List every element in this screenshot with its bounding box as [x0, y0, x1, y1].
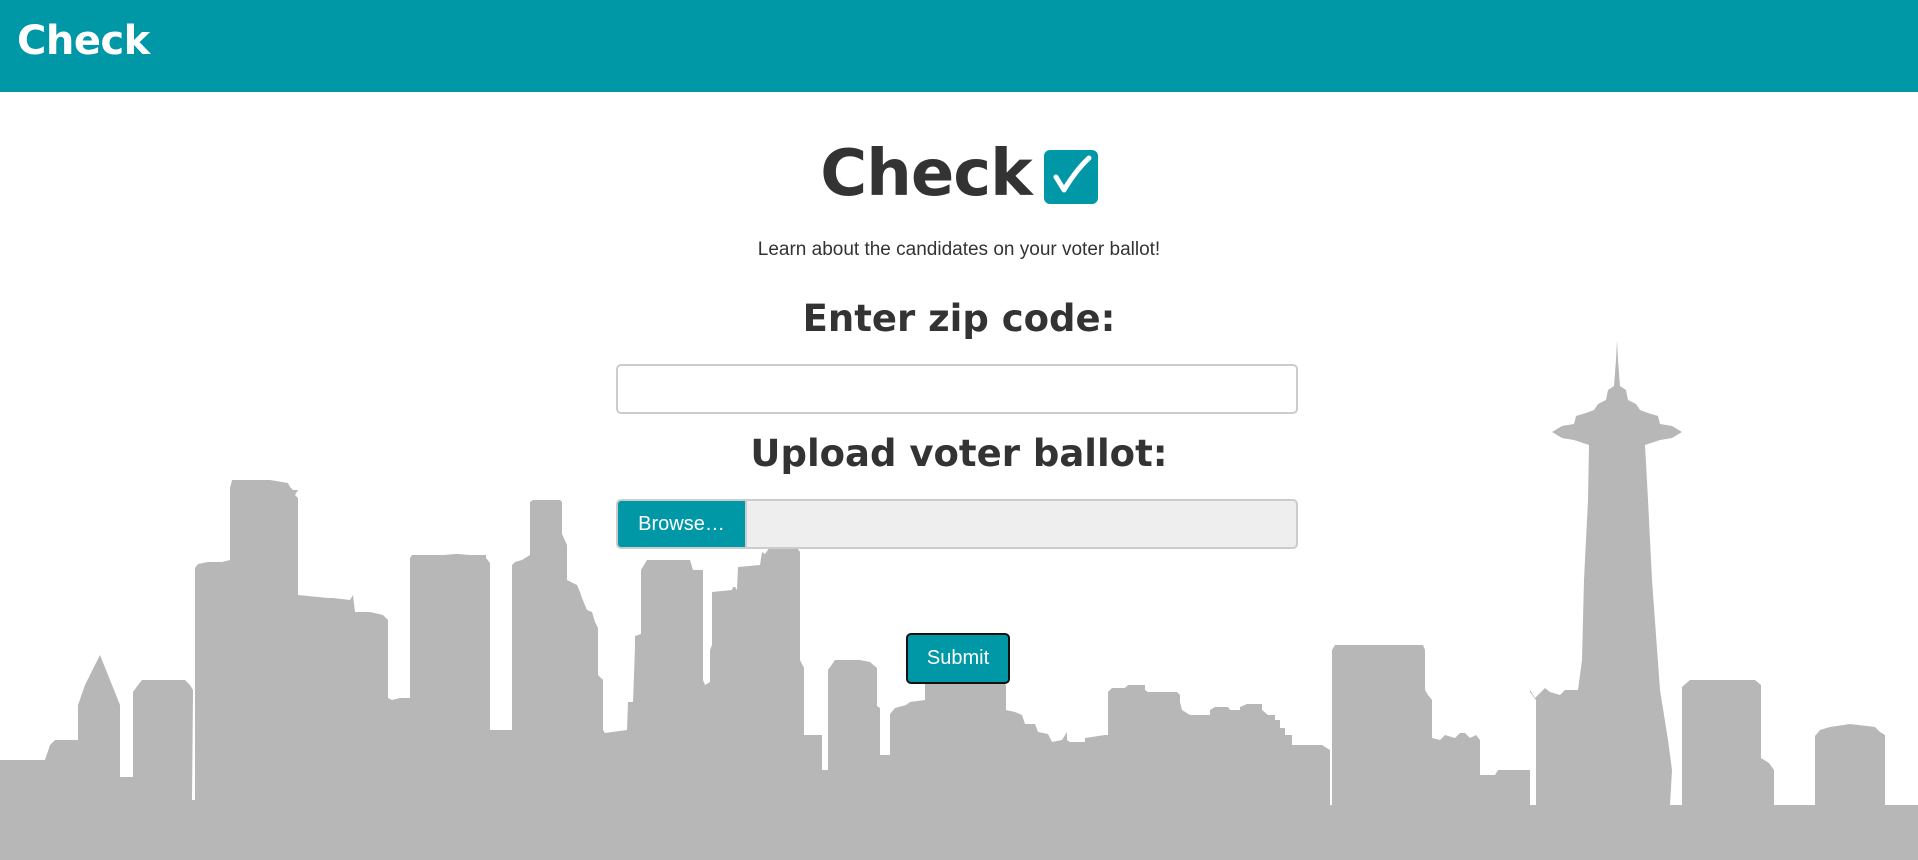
main-content: Check Learn about the candidates on your… [0, 92, 1918, 860]
zip-code-input[interactable] [616, 364, 1298, 414]
ballot-file-picker[interactable]: Browse… [616, 499, 1298, 549]
check-box-icon [1043, 150, 1098, 204]
top-navbar: Check [0, 0, 1918, 92]
hero-title-row: Check [0, 137, 1918, 217]
brand-logo[interactable]: Check [17, 18, 150, 64]
page-title: Check [820, 137, 1032, 211]
tagline: Learn about the candidates on your voter… [757, 239, 1161, 260]
zip-code-label: Enter zip code: [802, 297, 1116, 340]
upload-ballot-label: Upload voter ballot: [750, 432, 1168, 475]
submit-button[interactable]: Submit [906, 633, 1010, 684]
browse-button[interactable]: Browse… [618, 501, 747, 547]
